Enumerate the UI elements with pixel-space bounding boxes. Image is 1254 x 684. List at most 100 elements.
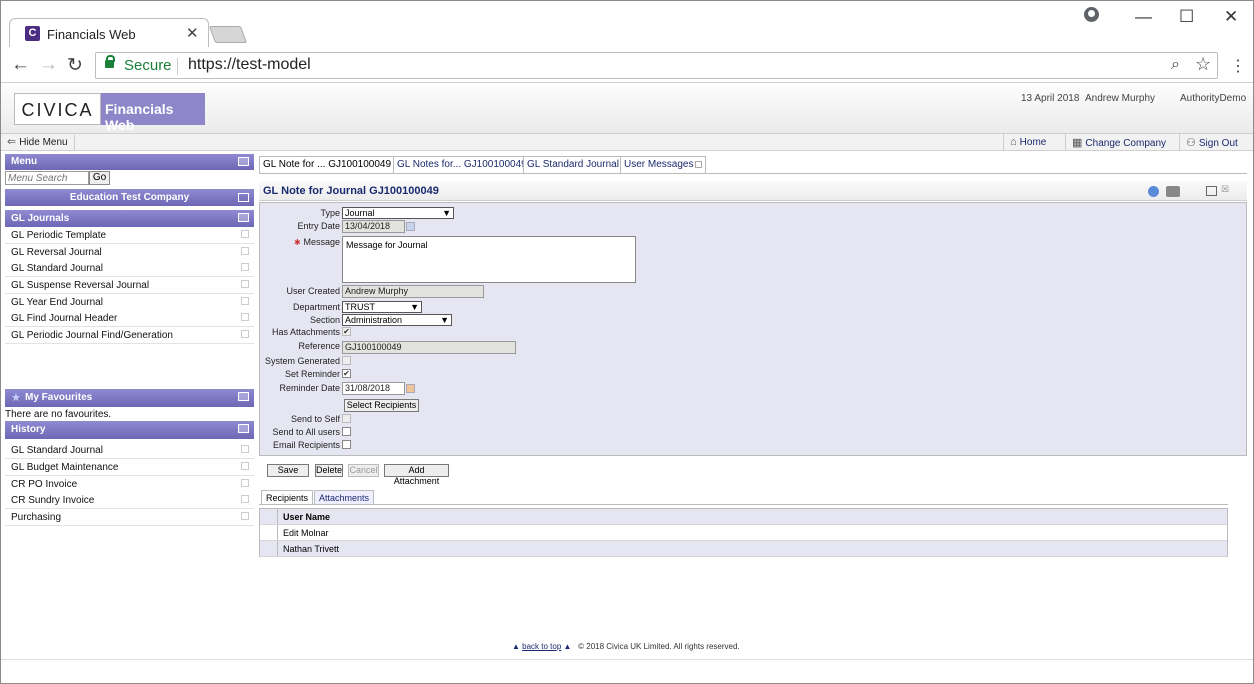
has-attachments-checkbox[interactable]: ✔ <box>342 327 351 336</box>
type-label: Type <box>320 208 340 218</box>
save-button[interactable]: Save <box>267 464 309 477</box>
hide-menu-button[interactable]: ⇐ Hide Menu <box>7 135 75 150</box>
history-item-label: CR Sundry Invoice <box>11 495 95 506</box>
calendar-icon[interactable] <box>406 384 415 393</box>
menu-item[interactable]: GL Reversal Journal <box>5 244 254 261</box>
menu-item-label: GL Year End Journal <box>11 297 103 308</box>
sign-out-button[interactable]: ⚇ Sign Out <box>1179 134 1244 151</box>
department-label: Department <box>292 302 340 312</box>
reminder-date-label: Reminder Date <box>279 383 340 393</box>
send-to-self-checkbox[interactable] <box>342 414 351 423</box>
panel-pin-icon[interactable] <box>238 193 249 202</box>
maximize-icon[interactable]: ☐ <box>1179 7 1194 27</box>
home-label: Home <box>1019 137 1047 148</box>
history-item[interactable]: Purchasing <box>5 509 254 526</box>
menu-item[interactable]: GL Find Journal Header <box>5 310 254 327</box>
zoom-icon[interactable]: ⌕ <box>1171 56 1180 74</box>
tab-close-icon[interactable]: ✕ <box>186 24 199 42</box>
close-window-icon[interactable]: ✕ <box>1224 7 1238 27</box>
department-select[interactable]: TRUST <box>342 301 422 313</box>
send-to-all-checkbox[interactable] <box>342 427 351 436</box>
sign-out-icon: ⚇ <box>1186 137 1196 149</box>
back-to-top-link[interactable]: back to top <box>522 642 561 651</box>
select-recipients-button[interactable]: Select Recipients <box>344 399 419 412</box>
entry-date-label: Entry Date <box>297 221 340 231</box>
close-icon[interactable]: ☒ <box>1221 184 1229 195</box>
system-generated-label: System Generated <box>264 356 340 366</box>
tab-user-messages[interactable]: User Messages <box>620 156 707 173</box>
cancel-button[interactable]: Cancel <box>348 464 379 477</box>
menu-item[interactable]: GL Periodic Template <box>5 227 254 244</box>
reminder-date-input[interactable]: 31/08/2018 <box>342 382 405 395</box>
table-row[interactable]: Edit Molnar <box>260 525 1227 541</box>
up-arrow-icon: ▲ <box>512 642 520 651</box>
browser-tab[interactable]: C Financials Web ✕ <box>9 18 209 48</box>
section-select[interactable]: Administration <box>342 314 452 326</box>
history-item-label: GL Standard Journal <box>11 445 103 456</box>
tab-gl-note[interactable]: GL Note for ... GJ100100049 <box>259 156 405 173</box>
tab-close-icon[interactable] <box>695 160 703 168</box>
menu-search-input[interactable] <box>5 171 89 185</box>
history-item[interactable]: CR Sundry Invoice <box>5 492 254 509</box>
set-reminder-label: Set Reminder <box>284 369 340 379</box>
new-tab-button[interactable] <box>208 26 248 43</box>
set-reminder-checkbox[interactable]: ✔ <box>342 369 351 378</box>
print-icon[interactable] <box>1166 186 1180 197</box>
has-attachments-label: Has Attachments <box>271 327 340 337</box>
reference-value: GJ100100049 <box>345 342 402 352</box>
tab-attachments[interactable]: Attachments <box>314 490 375 504</box>
tab-recipients[interactable]: Recipients <box>261 490 314 504</box>
menu-item[interactable]: GL Standard Journal <box>5 260 254 277</box>
change-company-button[interactable]: ▦ Change Company <box>1065 134 1172 151</box>
reload-icon[interactable]: ↻ <box>67 54 83 77</box>
open-external-icon[interactable] <box>241 512 249 520</box>
url-text[interactable]: https://test-model <box>188 56 311 74</box>
address-bar[interactable]: Secure https://test-model ⌕ ☆ <box>95 52 1218 79</box>
page-footer: ▲ back to top ▲ © 2018 Civica UK Limited… <box>512 642 740 651</box>
add-attachment-button[interactable]: Add Attachment <box>384 464 449 486</box>
back-icon[interactable]: ← <box>11 54 30 76</box>
menu-item-label: GL Periodic Journal Find/Generation <box>11 330 173 341</box>
history-item[interactable]: GL Standard Journal <box>5 442 254 459</box>
tab-gl-notes[interactable]: GL Notes for... GJ100100049 <box>393 156 540 173</box>
tab-label: GL Note for ... GJ100100049 <box>263 159 392 170</box>
panel-pin-icon[interactable] <box>238 392 249 401</box>
menu-go-button[interactable]: Go <box>89 171 110 185</box>
type-select[interactable]: Journal <box>342 207 454 219</box>
email-recipients-checkbox[interactable] <box>342 440 351 449</box>
profile-icon[interactable] <box>1084 7 1099 22</box>
open-external-icon[interactable] <box>241 462 249 470</box>
history-item[interactable]: GL Budget Maintenance <box>5 459 254 476</box>
popout-icon[interactable] <box>1206 186 1217 196</box>
menu-item[interactable]: GL Suspense Reversal Journal <box>5 277 254 294</box>
table-row[interactable]: Nathan Trivett <box>260 541 1227 557</box>
message-value: Message for Journal <box>346 240 428 250</box>
help-icon[interactable] <box>1148 186 1159 197</box>
subtab-divider <box>259 504 1228 505</box>
open-external-icon[interactable] <box>241 495 249 503</box>
user-created-field: Andrew Murphy <box>342 285 484 298</box>
history-item[interactable]: CR PO Invoice <box>5 476 254 493</box>
minimize-icon[interactable]: — <box>1135 7 1152 27</box>
open-external-icon[interactable] <box>241 247 249 255</box>
bookmark-star-icon[interactable]: ☆ <box>1195 54 1211 75</box>
system-generated-checkbox[interactable] <box>342 356 351 365</box>
panel-pin-icon[interactable] <box>238 157 249 166</box>
menu-item[interactable]: GL Periodic Journal Find/Generation <box>5 327 254 344</box>
home-button[interactable]: ⌂ Home <box>1003 134 1052 151</box>
open-external-icon[interactable] <box>241 263 249 271</box>
forward-icon[interactable]: → <box>39 54 58 76</box>
browser-menu-icon[interactable]: ⋮ <box>1230 56 1246 76</box>
menu-item-label: GL Find Journal Header <box>11 313 118 324</box>
history-header[interactable]: History <box>5 421 254 439</box>
open-external-icon[interactable] <box>241 479 249 487</box>
divider <box>1 659 1253 660</box>
tab-gl-standard-journal[interactable]: GL Standard Journal <box>523 156 632 173</box>
user-created-label: User Created <box>286 286 340 296</box>
message-textarea[interactable]: Message for Journal <box>342 236 636 283</box>
favourites-header[interactable]: My Favourites <box>5 389 254 407</box>
gl-journals-header[interactable]: GL Journals <box>5 210 254 227</box>
delete-button[interactable]: Delete <box>315 464 343 477</box>
menu-item[interactable]: GL Year End Journal <box>5 294 254 311</box>
company-header[interactable]: Education Test Company <box>5 189 254 206</box>
